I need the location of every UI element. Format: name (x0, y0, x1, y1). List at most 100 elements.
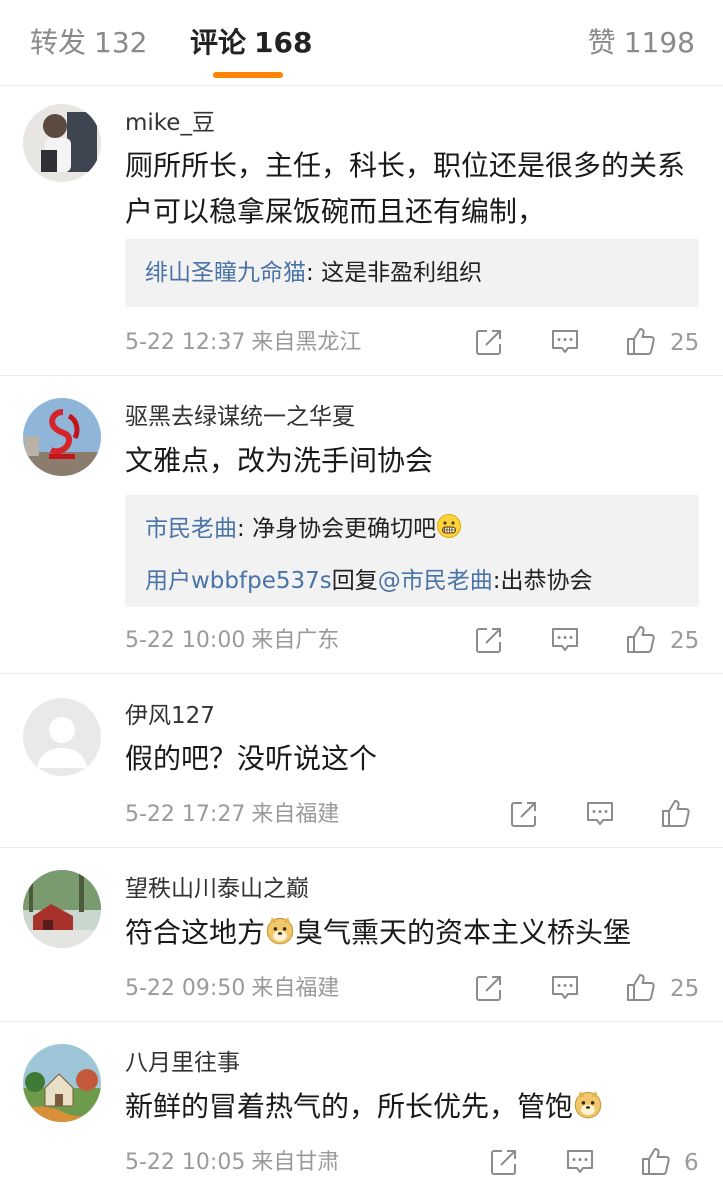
share-icon (476, 330, 501, 355)
reply-block[interactable]: 市民老曲: 净身协会更确切吧 用户wbbfpe537s回复@市民老曲:出恭协会 (125, 495, 699, 607)
comment-text: 符合这地方 臭气熏天的资本主义桥头堡 (125, 910, 705, 956)
doge-emoji-icon (573, 1089, 603, 1119)
reply-button[interactable] (584, 798, 616, 830)
comment-time: 5-22 12:37 (125, 330, 246, 355)
comment-meta: 5-22 17:27 来自福建 (125, 800, 339, 830)
like-count: 25 (670, 976, 700, 1002)
thumbs-up-icon (627, 328, 655, 355)
comment-username[interactable]: 望秩山川泰山之巅 (125, 874, 309, 904)
comment-text: 厕所所长，主任，科长，职位还是很多的关系户可以稳拿屎饭碗而且还有编制， (125, 149, 686, 228)
comment-tabbar: 转发 132 评论 168 赞 1198 (0, 0, 723, 86)
like-button[interactable] (640, 1145, 672, 1177)
comment-username[interactable]: mike_豆 (125, 108, 215, 138)
avatar[interactable] (23, 870, 101, 948)
user-photo-icon (23, 1044, 101, 1122)
reply-separator: : (492, 568, 501, 594)
reply-button[interactable] (549, 326, 581, 358)
comment-text: 假的吧？没听说这个 (125, 742, 378, 775)
comment-source: 来自甘肃 (251, 1150, 340, 1175)
comment-icon (552, 628, 578, 651)
comment-icon (552, 976, 578, 999)
comment-icon (552, 330, 578, 353)
comment-text: 新鲜的冒着热气的，所长优先，管饱 (125, 1084, 705, 1130)
user-photo-icon (23, 870, 101, 948)
thumbs-up-icon (662, 800, 690, 827)
comment-icon (587, 802, 613, 825)
tab-likes-label: 赞 (587, 26, 616, 59)
repost-button[interactable] (488, 1146, 520, 1178)
tab-reposts-label: 转发 (30, 26, 87, 59)
reply-line: 绯山圣瞳九命猫: 这是非盈利组织 (145, 253, 679, 293)
repost-button[interactable] (473, 326, 505, 358)
like-button[interactable] (625, 623, 657, 655)
like-button[interactable] (625, 971, 657, 1003)
comment-item: 八月里往事 新鲜的冒着热气的，所长优先，管饱 5-22 10:05 来自甘肃 6 (0, 1022, 723, 1200)
avatar[interactable] (23, 104, 101, 182)
reply-text: 净身协会更确切吧 (252, 516, 437, 542)
avatar[interactable] (23, 398, 101, 476)
like-count: 6 (684, 1150, 699, 1176)
share-icon (476, 976, 501, 1001)
like-count: 25 (670, 330, 700, 356)
comment-source: 来自广东 (251, 628, 340, 653)
tab-comments-label: 评论 (190, 26, 247, 59)
reply-text: 出恭协会 (500, 568, 593, 594)
tab-likes[interactable]: 赞 1198 (588, 24, 695, 62)
reply-button[interactable] (549, 972, 581, 1004)
comment-item: 驱黑去绿谋统一之华夏 文雅点，改为洗手间协会 市民老曲: 净身协会更确切吧 用户… (0, 376, 723, 674)
reply-mention[interactable]: @市民老曲 (378, 568, 493, 594)
reply-username[interactable]: 绯山圣瞳九命猫 (145, 260, 306, 286)
comment-meta: 5-22 10:05 来自甘肃 (125, 1148, 339, 1178)
thumbs-up-icon (627, 974, 655, 1001)
reply-line: 市民老曲: 净身协会更确切吧 (145, 509, 679, 549)
comment-item: 望秩山川泰山之巅 符合这地方 臭气熏天的资本主义桥头堡 5-22 09:50 来自福… (0, 848, 723, 1022)
share-icon (476, 628, 501, 653)
repost-button[interactable] (473, 624, 505, 656)
comment-text-part: 符合这地方 (125, 916, 266, 949)
active-tab-indicator (213, 72, 283, 78)
avatar[interactable] (23, 698, 101, 776)
comment-item: 伊风127 假的吧？没听说这个 5-22 17:27 来自福建 (0, 674, 723, 848)
avatar[interactable] (23, 1044, 101, 1122)
reply-button[interactable] (549, 624, 581, 656)
comment-text-part: 新鲜的冒着热气的，所长优先，管饱 (125, 1090, 574, 1123)
reply-line: 用户wbbfpe537s回复@市民老曲:出恭协会 (145, 561, 679, 601)
comment-icon (567, 1150, 593, 1173)
comment-time: 5-22 10:05 (125, 1150, 246, 1175)
comment-username[interactable]: 驱黑去绿谋统一之华夏 (125, 402, 355, 432)
comment-username[interactable]: 伊风127 (125, 701, 215, 731)
comment-item: mike_豆 厕所所长，主任，科长，职位还是很多的关系户可以稳拿屎饭碗而且还有编… (0, 86, 723, 376)
doge-emoji-icon (265, 915, 295, 945)
share-icon (511, 802, 536, 827)
grin-emoji-icon (436, 513, 462, 539)
comment-meta: 5-22 12:37 来自黑龙江 (125, 328, 361, 358)
reply-username[interactable]: 市民老曲 (145, 516, 237, 542)
comment-meta: 5-22 10:00 来自广东 (125, 626, 339, 656)
tab-reposts[interactable]: 转发 132 (30, 24, 147, 62)
repost-button[interactable] (473, 972, 505, 1004)
comment-meta: 5-22 09:50 来自福建 (125, 974, 339, 1004)
comment-source: 来自黑龙江 (251, 330, 362, 355)
share-icon (491, 1150, 516, 1175)
comment-username[interactable]: 八月里往事 (125, 1048, 240, 1078)
repost-button[interactable] (508, 798, 540, 830)
comment-time: 5-22 17:27 (125, 802, 246, 827)
default-avatar-icon (23, 698, 101, 776)
reply-verb: 回复 (331, 568, 378, 594)
comment-text-part: 臭气熏天的资本主义桥头堡 (295, 916, 632, 949)
tab-likes-count: 1198 (623, 26, 695, 59)
user-photo-icon (23, 104, 101, 182)
tab-reposts-count: 132 (94, 26, 148, 59)
tab-comments[interactable]: 评论 168 (190, 24, 312, 62)
reply-separator: : (306, 260, 322, 286)
like-button[interactable] (625, 325, 657, 357)
comment-time: 5-22 10:00 (125, 628, 246, 653)
thumbs-up-icon (642, 1148, 670, 1175)
reply-block[interactable]: 绯山圣瞳九命猫: 这是非盈利组织 (125, 239, 699, 307)
reply-username[interactable]: 用户wbbfpe537s (145, 568, 332, 594)
like-count: 25 (670, 628, 700, 654)
comment-source: 来自福建 (251, 976, 340, 1001)
like-button[interactable] (660, 797, 692, 829)
comment-text: 文雅点，改为洗手间协会 (125, 444, 434, 477)
reply-button[interactable] (564, 1146, 596, 1178)
